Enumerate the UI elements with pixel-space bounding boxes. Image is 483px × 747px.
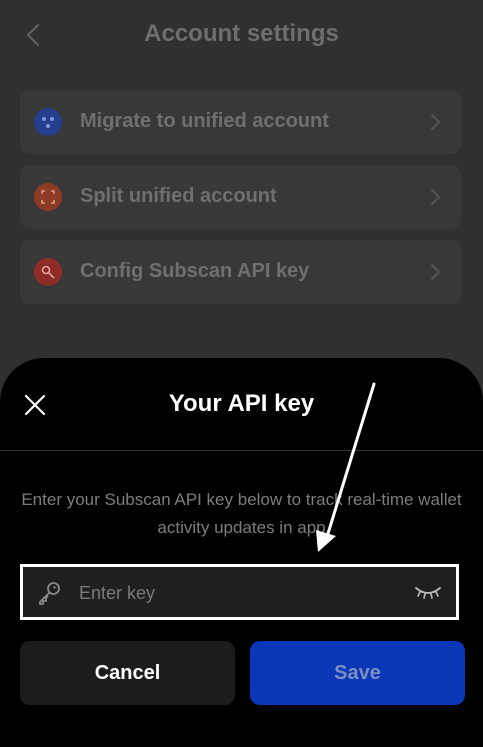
cancel-button[interactable]: Cancel (20, 641, 235, 705)
api-key-sheet: Your API key Enter your Subscan API key … (0, 358, 483, 747)
chevron-right-icon (431, 264, 440, 280)
settings-item-label: Split unified account (80, 185, 277, 207)
settings-item-migrate[interactable]: Migrate to unified account (20, 90, 461, 154)
header: Account settings (0, 0, 483, 70)
page-title: Account settings (144, 20, 339, 47)
settings-item-split[interactable]: Split unified account (20, 165, 461, 229)
api-key-field[interactable] (20, 564, 459, 620)
api-key-input[interactable] (77, 567, 401, 619)
eye-closed-icon[interactable] (414, 582, 442, 602)
migrate-icon (34, 108, 62, 136)
divider (0, 450, 483, 451)
chevron-right-icon (431, 114, 440, 130)
key-icon (39, 582, 60, 605)
settings-item-label: Migrate to unified account (80, 110, 329, 132)
key-icon (34, 258, 62, 286)
sheet-title: Your API key (168, 390, 315, 417)
save-button[interactable]: Save (250, 641, 465, 705)
split-icon (34, 183, 62, 211)
settings-item-label: Config Subscan API key (80, 260, 310, 282)
settings-item-subscan[interactable]: Config Subscan API key (20, 240, 461, 304)
sheet-description: Enter your Subscan API key below to trac… (21, 490, 462, 537)
chevron-right-icon (431, 189, 440, 205)
